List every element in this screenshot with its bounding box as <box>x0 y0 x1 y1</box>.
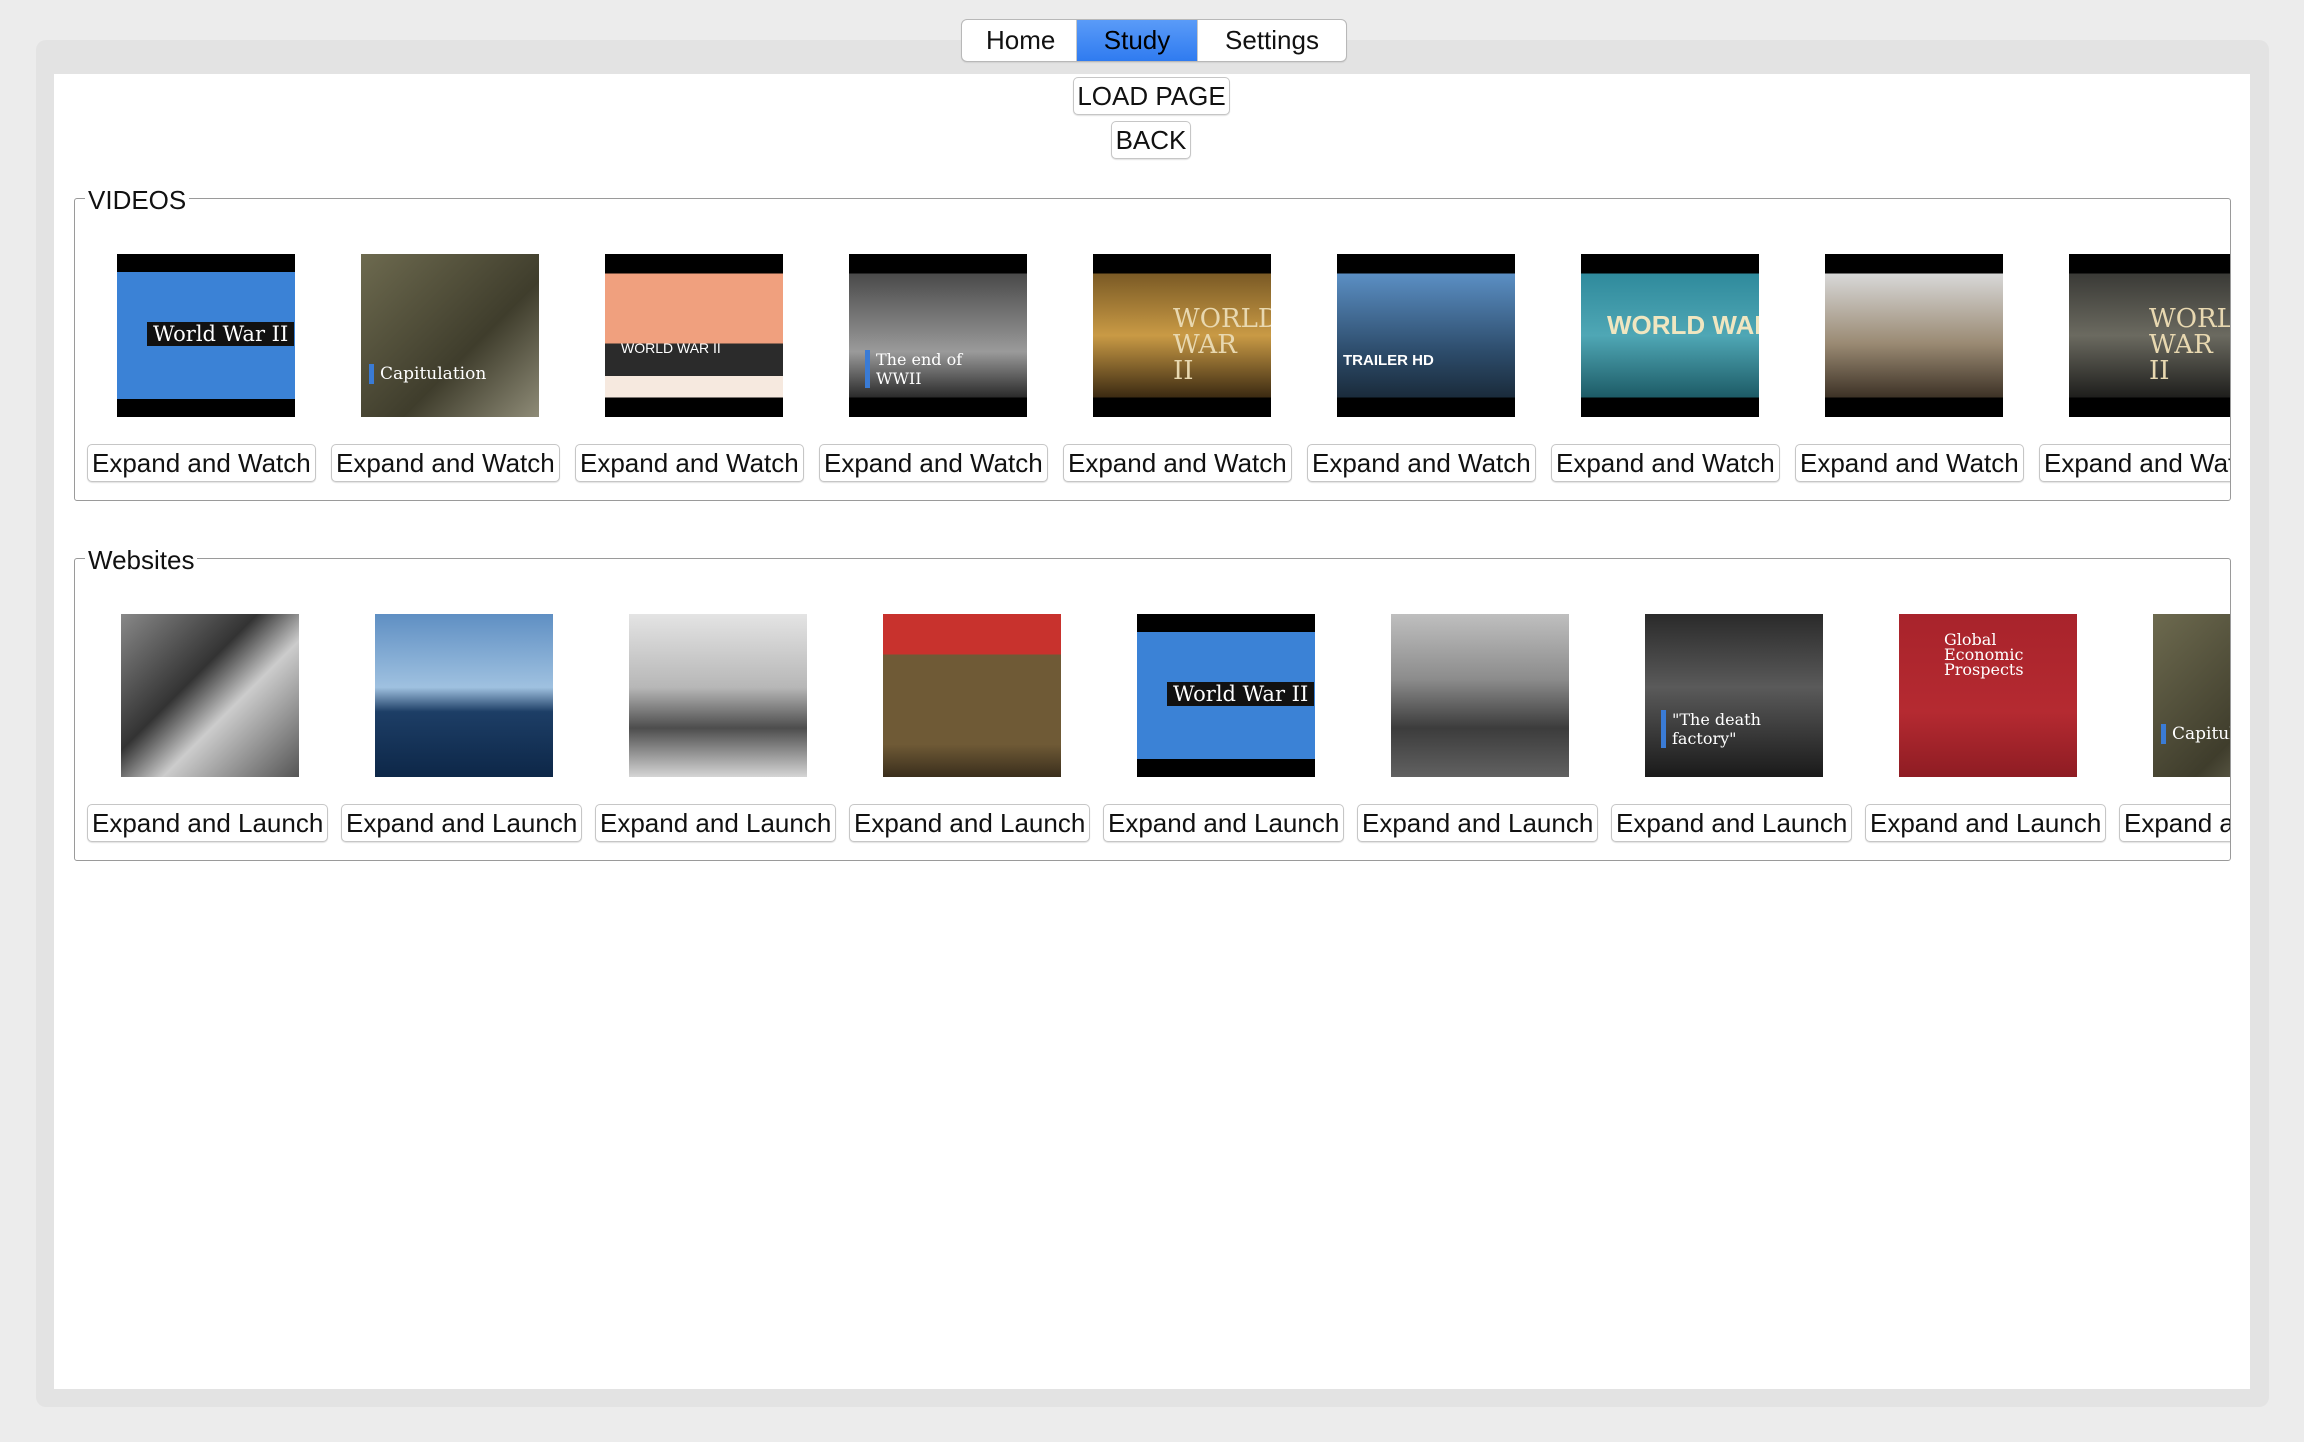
expand-and-launch-button[interactable]: Expand and Launch <box>87 804 329 842</box>
thumbnail-caption: WORLD WAR II <box>1607 310 1759 340</box>
website-thumbnail[interactable] <box>1391 614 1569 777</box>
expand-and-launch-button[interactable]: Expand and Launch <box>1103 804 1345 842</box>
tab-bar: Home Study Settings <box>961 19 1347 62</box>
thumbnail-caption: World War II <box>1167 682 1315 706</box>
thumbnail-caption: "The death factory" <box>1661 710 1762 748</box>
website-thumbnail[interactable]: Global Economic Prospects <box>1899 614 2077 777</box>
thumbnail-caption: World War II <box>147 322 295 346</box>
websites-strip: Expand and Launch Expand and Launch Expand… <box>87 614 2230 854</box>
video-thumbnail[interactable] <box>1825 254 2003 417</box>
expand-and-launch-button[interactable]: Expand and Launch <box>1611 804 1853 842</box>
website-thumbnail[interactable] <box>629 614 807 777</box>
website-thumbnail[interactable]: "The death factory" <box>1645 614 1823 777</box>
website-thumbnail[interactable]: World War II <box>1137 614 1315 777</box>
video-thumbnail[interactable]: WORLD WAR II <box>605 254 783 417</box>
website-thumbnail[interactable]: Capitula <box>2153 614 2230 777</box>
expand-and-watch-button[interactable]: Expand and Watch <box>1551 444 1780 482</box>
expand-and-launch-button[interactable]: Expand and Launch <box>1865 804 2107 842</box>
load-page-button[interactable]: LOAD PAGE <box>1073 77 1230 115</box>
thumbnail-caption: Global Economic Prospects <box>1944 630 2024 679</box>
expand-and-watch-button[interactable]: Expand and Watch <box>819 444 1048 482</box>
video-thumbnail[interactable]: World War II <box>117 254 295 417</box>
websites-group-title: Websites <box>85 545 198 575</box>
thumbnail-caption: Capitula <box>2161 724 2230 744</box>
thumbnail-caption: The end of WWII <box>865 350 966 388</box>
videos-strip: World War II Expand and Watch Capitulation… <box>87 254 2230 494</box>
website-thumbnail[interactable] <box>883 614 1061 777</box>
tab-settings[interactable]: Settings <box>1198 20 1346 61</box>
video-thumbnail[interactable]: WORLD WAR II <box>1093 254 1271 417</box>
video-thumbnail[interactable]: The end of WWII <box>849 254 1027 417</box>
video-thumbnail[interactable]: Capitulation <box>361 254 539 417</box>
video-thumbnail[interactable]: WORLD WAR II <box>1581 254 1759 417</box>
websites-group: Expand and Launch Expand and Launch Expand… <box>74 558 2231 861</box>
website-thumbnail[interactable] <box>375 614 553 777</box>
expand-and-watch-button[interactable]: Expand and Watch <box>1795 444 2024 482</box>
videos-group: World War II Expand and Watch Capitulation… <box>74 198 2231 501</box>
video-thumbnail[interactable]: WORLD WAR II <box>2069 254 2230 417</box>
expand-and-launch-button[interactable]: Expand and Launch <box>595 804 837 842</box>
thumbnail-caption: WORLD WAR II <box>621 340 721 356</box>
expand-and-watch-button[interactable]: Expand and Watch <box>87 444 316 482</box>
thumbnail-caption: WORLD WAR II <box>2149 304 2230 386</box>
website-thumbnail[interactable] <box>121 614 299 777</box>
expand-and-watch-button[interactable]: Expand and Watch <box>1307 444 1536 482</box>
expand-and-watch-button[interactable]: Expand and Watch <box>575 444 804 482</box>
thumbnail-caption: Capitulation <box>369 364 486 384</box>
videos-group-title: VIDEOS <box>85 185 190 215</box>
expand-and-launch-button[interactable]: Expand and Launch <box>341 804 583 842</box>
video-thumbnail[interactable]: TRAILER HD <box>1337 254 1515 417</box>
expand-and-watch-button[interactable]: Expand and Watch <box>331 444 560 482</box>
tab-home[interactable]: Home <box>962 20 1077 61</box>
back-button[interactable]: BACK <box>1111 121 1191 159</box>
expand-and-launch-button[interactable]: Expand and Launch <box>849 804 1091 842</box>
expand-and-watch-button[interactable]: Expand and Watch <box>2039 444 2230 482</box>
expand-and-launch-button[interactable]: Expand and Launch <box>2119 804 2230 842</box>
thumbnail-caption: WORLD WAR II <box>1173 304 1271 386</box>
expand-and-launch-button[interactable]: Expand and Launch <box>1357 804 1599 842</box>
thumbnail-caption: TRAILER HD <box>1343 352 1434 369</box>
expand-and-watch-button[interactable]: Expand and Watch <box>1063 444 1292 482</box>
tab-study[interactable]: Study <box>1077 20 1198 61</box>
